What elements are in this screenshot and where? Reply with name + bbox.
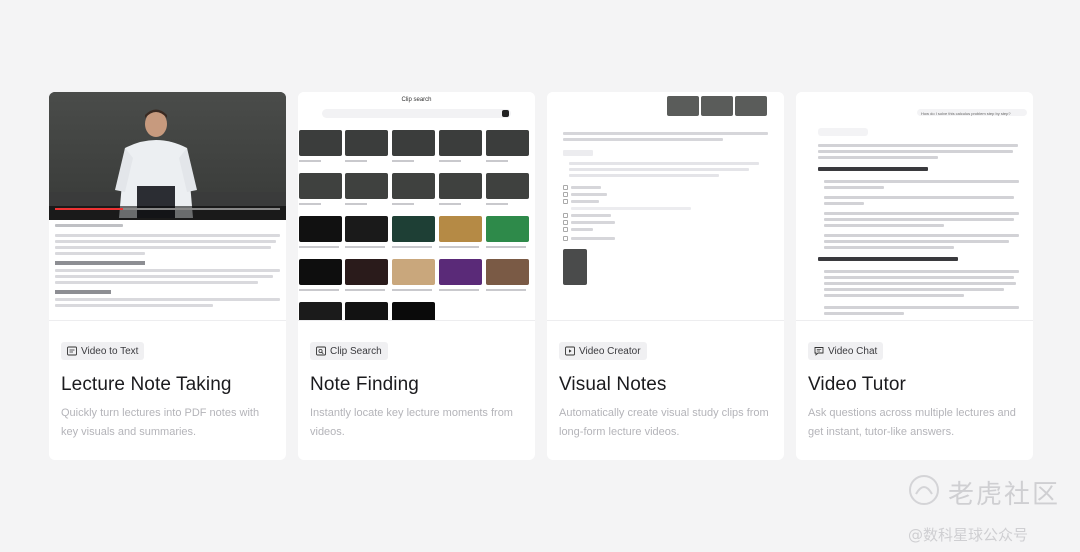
video-chat-tag: Video Chat bbox=[808, 342, 884, 360]
tag-label: Video Creator bbox=[579, 345, 641, 357]
clip-thumbnail bbox=[439, 173, 482, 199]
watermark-subtitle: @数科星球公众号 bbox=[908, 526, 1029, 544]
video-chat-preview: How do I solve this calculus problem ste… bbox=[796, 92, 1033, 320]
card-visual-notes[interactable]: Video Creator Visual Notes Automatically… bbox=[547, 92, 784, 460]
clip-caption bbox=[345, 203, 367, 205]
clip-caption bbox=[299, 289, 339, 291]
clip-thumbnail bbox=[345, 173, 388, 199]
clip-caption bbox=[299, 203, 321, 205]
clip-caption bbox=[345, 289, 385, 291]
card-description: Ask questions across multiple lectures a… bbox=[808, 407, 1016, 438]
chat-question-bubble: How do I solve this calculus problem ste… bbox=[917, 109, 1027, 116]
clip-thumbnail bbox=[439, 259, 482, 285]
clip-caption bbox=[392, 160, 414, 162]
clip-caption bbox=[439, 246, 479, 248]
video-frame-thumb bbox=[701, 96, 733, 116]
clip-caption bbox=[392, 246, 432, 248]
clip-thumbnail bbox=[299, 259, 342, 285]
generated-clip-thumb bbox=[563, 249, 587, 285]
clip-thumbnail bbox=[392, 302, 435, 320]
lecture-summary-text bbox=[55, 224, 280, 310]
video-frame-thumb bbox=[735, 96, 767, 116]
video-creator-preview bbox=[547, 92, 784, 320]
clip-thumbnail bbox=[392, 130, 435, 156]
clip-caption bbox=[439, 203, 461, 205]
video-create-icon bbox=[565, 346, 575, 356]
card-title: Visual Notes bbox=[559, 374, 667, 395]
clip-thumbnail bbox=[439, 216, 482, 242]
clip-caption bbox=[299, 246, 339, 248]
clip-thumbnail bbox=[439, 130, 482, 156]
document-lines-icon bbox=[67, 346, 77, 356]
card-description: Instantly locate key lecture moments fro… bbox=[310, 407, 513, 438]
clip-caption bbox=[392, 203, 414, 205]
clip-caption bbox=[486, 160, 508, 162]
clip-caption bbox=[345, 246, 385, 248]
clip-thumbnail bbox=[299, 173, 342, 199]
lecture-video-thumbnail bbox=[49, 92, 286, 220]
clip-thumbnail bbox=[486, 302, 529, 320]
clip-thumbnail bbox=[345, 259, 388, 285]
card-note-finding[interactable]: Clip search Clip Search Note Finding Ins… bbox=[298, 92, 535, 460]
clip-thumbnail bbox=[486, 173, 529, 199]
clip-caption bbox=[345, 160, 367, 162]
chat-icon bbox=[814, 347, 824, 356]
video-frame-thumb bbox=[667, 96, 699, 116]
clip-caption bbox=[486, 289, 526, 291]
clip-caption bbox=[439, 160, 461, 162]
thinking-status bbox=[818, 128, 868, 136]
clip-search-preview: Clip search bbox=[298, 92, 535, 320]
clip-thumbnail bbox=[486, 216, 529, 242]
answer-heading bbox=[818, 257, 958, 261]
clip-search-title: Clip search bbox=[401, 97, 432, 103]
card-title: Lecture Note Taking bbox=[61, 374, 232, 395]
clip-search-input bbox=[322, 109, 511, 118]
watermark-logo-icon bbox=[909, 475, 939, 505]
clip-thumbnail bbox=[392, 259, 435, 285]
clip-thumbnail bbox=[299, 130, 342, 156]
clip-thumbnail bbox=[392, 173, 435, 199]
clip-caption bbox=[486, 203, 508, 205]
card-description: Quickly turn lectures into PDF notes wit… bbox=[61, 407, 260, 438]
tag-label: Clip Search bbox=[330, 345, 382, 357]
clip-caption bbox=[299, 160, 321, 162]
lecture-note-preview bbox=[49, 92, 286, 320]
clip-search-icon bbox=[316, 346, 326, 356]
card-video-tutor[interactable]: How do I solve this calculus problem ste… bbox=[796, 92, 1033, 460]
card-title: Note Finding bbox=[310, 374, 419, 395]
clip-thumbnail bbox=[486, 259, 529, 285]
clip-thumbnail bbox=[345, 130, 388, 156]
video-creator-tag: Video Creator bbox=[559, 342, 647, 360]
clip-search-tag: Clip Search bbox=[310, 342, 388, 360]
watermark-title: 老虎社区 bbox=[948, 480, 1061, 510]
clip-thumbnail bbox=[439, 302, 482, 320]
clip-thumbnail bbox=[345, 302, 388, 320]
tag-label: Video to Text bbox=[81, 345, 139, 357]
clip-caption bbox=[486, 246, 526, 248]
card-title: Video Tutor bbox=[808, 374, 906, 395]
clip-thumbnail bbox=[299, 302, 342, 320]
clip-caption bbox=[392, 289, 432, 291]
clip-thumbnail bbox=[299, 216, 342, 242]
card-lecture-note-taking[interactable]: Video to Text Lecture Note Taking Quickl… bbox=[49, 92, 286, 460]
card-description: Automatically create visual study clips … bbox=[559, 407, 769, 438]
clip-thumbnail bbox=[392, 216, 435, 242]
tag-label: Video Chat bbox=[828, 345, 878, 357]
video-to-text-tag: Video to Text bbox=[61, 342, 145, 360]
answer-heading bbox=[818, 167, 928, 171]
clip-thumbnail bbox=[486, 130, 529, 156]
clip-thumbnail bbox=[345, 216, 388, 242]
lecturer-figure bbox=[115, 109, 197, 218]
clip-caption bbox=[439, 289, 479, 291]
